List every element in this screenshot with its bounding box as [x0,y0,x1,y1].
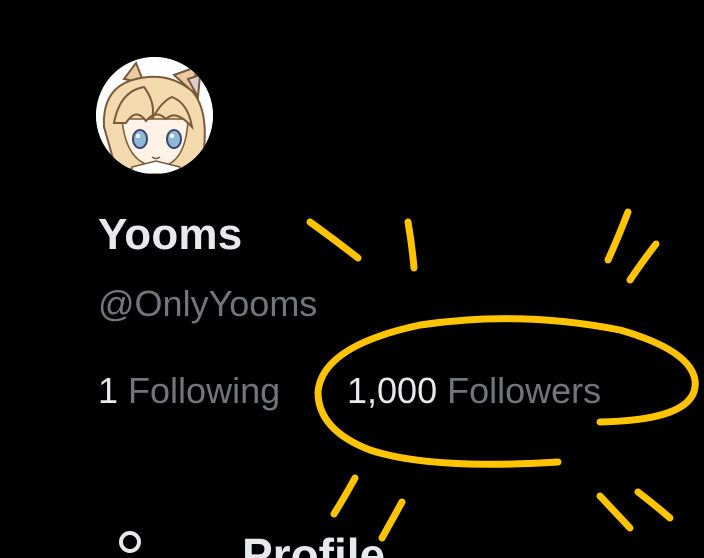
following-label: Following [128,370,281,411]
followers-stat[interactable]: 1,000 Followers [347,370,601,412]
emphasis-stroke-8 [634,488,674,522]
emphasis-stroke-1 [306,218,362,262]
profile-avatar[interactable] [96,57,213,174]
display-name: Yooms [98,210,243,259]
emphasis-stroke-4 [626,240,660,284]
emphasis-stroke-3 [604,208,632,264]
emphasis-stroke-5 [330,474,359,518]
followers-label: Followers [447,370,602,411]
anime-avatar-icon [96,57,213,174]
following-stat[interactable]: 1 Following [98,370,280,412]
emphasis-stroke-2 [404,218,418,272]
person-icon [119,531,141,553]
profile-handle: @OnlyYooms [98,283,318,324]
nav-item-label: Profile [242,529,386,558]
followers-count: 1,000 [347,370,438,411]
nav-item-profile[interactable]: Profile [110,520,450,558]
profile-screen: Yooms @OnlyYooms 1 Following 1,000 Follo… [0,0,704,558]
emphasis-stroke-7 [596,492,634,532]
following-count: 1 [98,370,119,411]
